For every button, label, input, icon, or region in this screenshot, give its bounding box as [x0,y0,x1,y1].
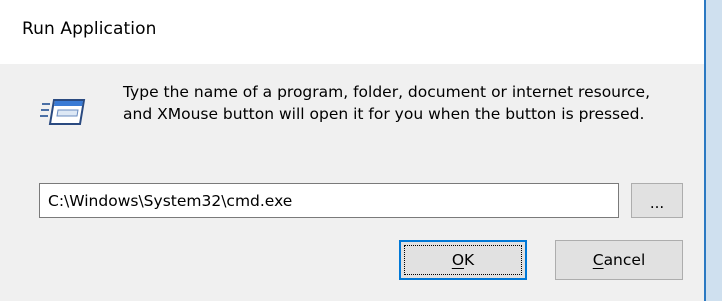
instruction-text: Type the name of a program, folder, docu… [123,83,651,123]
run-window-icon [40,99,86,125]
cancel-button-label: Cancel [592,251,646,269]
ok-button[interactable]: OK [399,240,527,280]
program-path-input[interactable] [39,183,619,218]
ok-button-label: OK [451,251,475,269]
run-application-dialog: Run Application Type the name of a progr… [0,0,706,301]
browse-button[interactable]: ... [631,183,683,218]
window-title: Run Application [22,19,157,39]
cancel-button[interactable]: Cancel [555,240,683,280]
title-bar[interactable]: Run Application [0,0,704,64]
